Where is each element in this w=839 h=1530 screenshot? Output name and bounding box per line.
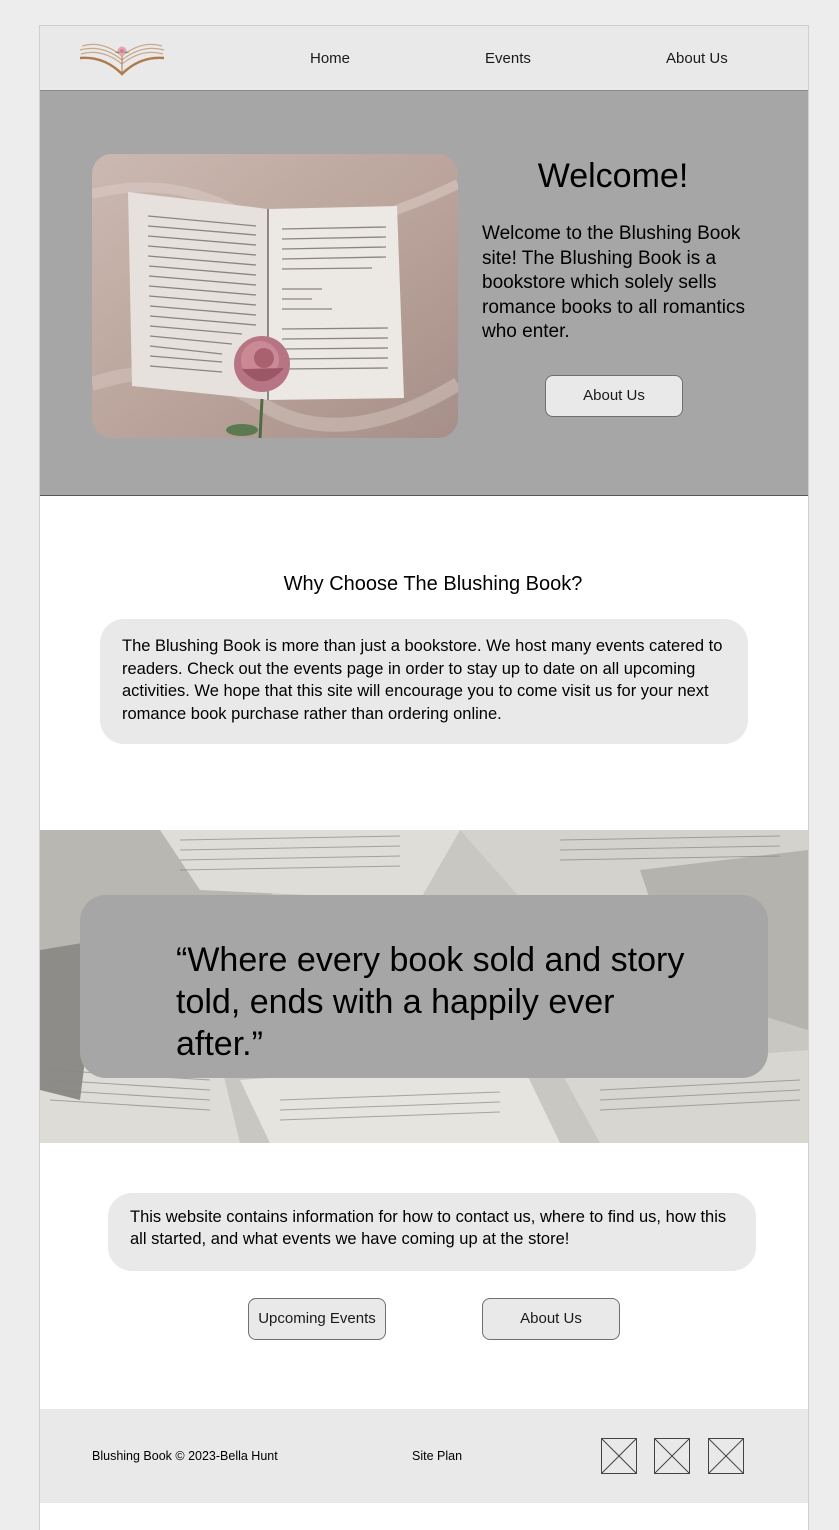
hero-title: Welcome! [537,157,689,195]
why-choose-text-box: The Blushing Book is more than just a bo… [100,619,748,744]
upcoming-events-button[interactable]: Upcoming Events [248,1298,386,1340]
quote-box: “Where every book sold and story told, e… [80,895,768,1078]
nav-home-link[interactable]: Home [310,50,350,67]
site-plan-link[interactable]: Site Plan [412,1449,462,1463]
quote-banner: “Where every book sold and story told, e… [40,830,808,1143]
social-placeholder-icon[interactable] [601,1438,637,1474]
logo-icon[interactable] [78,38,166,78]
nav-events-link[interactable]: Events [485,50,531,67]
hero-about-us-button[interactable]: About Us [545,375,683,417]
hero-section: Welcome! Welcome to the Blushing Book si… [40,90,808,496]
social-placeholder-icon[interactable] [708,1438,744,1474]
site-header: Home Events About Us [40,26,808,90]
social-placeholder-icon[interactable] [654,1438,690,1474]
hero-description: Welcome to the Blushing Book site! The B… [482,223,745,342]
nav-about-link[interactable]: About Us [666,50,728,67]
open-book-rose-illustration [92,154,458,438]
why-choose-heading: Why Choose The Blushing Book? [283,573,583,595]
site-footer: Blushing Book © 2023-Bella Hunt Site Pla… [40,1409,808,1503]
footer-copyright: Blushing Book © 2023-Bella Hunt [92,1449,278,1463]
info-text-box: This website contains information for ho… [108,1193,756,1271]
about-us-button[interactable]: About Us [482,1298,620,1340]
page-container: Home Events About Us Welcome! Welcome to… [39,25,809,1530]
quote-text: “Where every book sold and story told, e… [176,941,685,1063]
hero-book-image [92,154,458,438]
